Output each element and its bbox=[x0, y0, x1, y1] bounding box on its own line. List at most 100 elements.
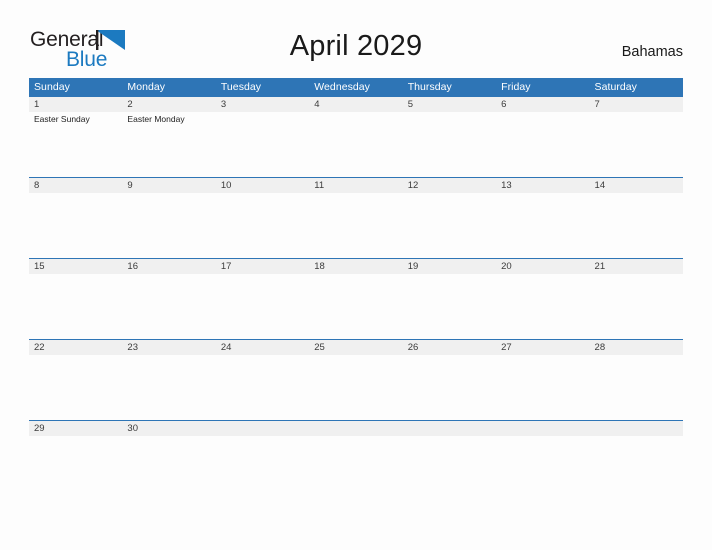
day-number[interactable]: 18 bbox=[309, 259, 402, 274]
day-number[interactable]: 17 bbox=[216, 259, 309, 274]
day-cell[interactable] bbox=[122, 274, 215, 339]
day-number[interactable]: 11 bbox=[309, 178, 402, 193]
day-number[interactable]: 10 bbox=[216, 178, 309, 193]
day-cell[interactable] bbox=[216, 436, 309, 474]
day-cell[interactable] bbox=[29, 355, 122, 420]
day-cell[interactable] bbox=[216, 112, 309, 177]
day-cell[interactable] bbox=[309, 355, 402, 420]
day-cell[interactable] bbox=[122, 355, 215, 420]
day-number[interactable]: 24 bbox=[216, 340, 309, 355]
day-number[interactable]: 4 bbox=[309, 97, 402, 112]
week-daynumber-band: 1234567 bbox=[29, 97, 683, 112]
day-number[interactable]: 27 bbox=[496, 340, 589, 355]
calendar-weeks: 1 2 3 4 5 6 7 Easter Sunday Easter Monday 8 9 10 11 1… bbox=[29, 97, 683, 474]
day-number[interactable]: 13 bbox=[496, 178, 589, 193]
day-cell[interactable] bbox=[309, 112, 402, 177]
day-number[interactable]: 22 bbox=[29, 340, 122, 355]
day-number[interactable]: 2 bbox=[122, 97, 215, 112]
day-cell[interactable] bbox=[496, 436, 589, 474]
day-cell[interactable] bbox=[590, 193, 683, 258]
page-title: April 2029 bbox=[289, 30, 423, 62]
day-cell[interactable] bbox=[122, 436, 215, 474]
week-daynumber-band: 15 16 17 18 19 20 21 bbox=[29, 259, 683, 274]
day-number[interactable]: 19 bbox=[403, 259, 496, 274]
weekday-header-friday: Friday bbox=[501, 81, 531, 93]
day-cell[interactable] bbox=[122, 193, 215, 258]
calendar-page: General Blue April 2029 Bahamas Sunday Mo… bbox=[0, 0, 712, 550]
day-cell[interactable] bbox=[309, 193, 402, 258]
day-number[interactable]: 3 bbox=[216, 97, 309, 112]
week-events-band bbox=[29, 436, 683, 474]
day-number[interactable]: 7 bbox=[590, 97, 683, 112]
calendar-week-row: 29 30 bbox=[29, 421, 683, 474]
day-cell[interactable] bbox=[590, 274, 683, 339]
weekday-header-sunday: Sunday bbox=[34, 81, 70, 93]
week-daynumber-band: 8 9 10 11 12 13 14 bbox=[29, 178, 683, 193]
day-cell[interactable] bbox=[590, 355, 683, 420]
weekday-header-row: Sunday Monday Tuesday Wednesday Thursday Frid… bbox=[29, 78, 683, 97]
day-number[interactable]: 8 bbox=[29, 178, 122, 193]
weekday-header-tuesday: Tuesday bbox=[220, 81, 262, 93]
calendar-week-row: 8 9 10 11 12 13 14 bbox=[29, 178, 683, 259]
day-cell[interactable] bbox=[403, 355, 496, 420]
day-number[interactable]: 25 bbox=[309, 340, 402, 355]
page-header: General Blue April 2029 Bahamas bbox=[0, 0, 712, 78]
day-cell[interactable] bbox=[496, 274, 589, 339]
holiday-event: Easter Monday bbox=[127, 114, 185, 124]
day-number[interactable]: 21 bbox=[590, 259, 683, 274]
day-number[interactable]: 29 bbox=[29, 421, 122, 436]
day-number[interactable]: 20 bbox=[496, 259, 589, 274]
day-number[interactable]: 6 bbox=[496, 97, 589, 112]
day-number[interactable]: 26 bbox=[403, 340, 496, 355]
day-number[interactable]: 9 bbox=[122, 178, 215, 193]
weekday-header-saturday: Saturday bbox=[594, 81, 637, 93]
weekday-header-thursday: Thursday bbox=[407, 81, 452, 93]
day-number[interactable] bbox=[590, 421, 683, 436]
calendar-week-row: 1 2 3 4 5 6 7 Easter Sunday Easter Monday bbox=[29, 97, 683, 178]
week-events-band bbox=[29, 274, 683, 339]
day-cell[interactable] bbox=[496, 193, 589, 258]
day-cell[interactable] bbox=[216, 355, 309, 420]
day-number[interactable]: 14 bbox=[590, 178, 683, 193]
day-cell[interactable] bbox=[590, 436, 683, 474]
day-cell[interactable] bbox=[403, 193, 496, 258]
day-number[interactable]: 1 bbox=[29, 97, 122, 112]
day-number[interactable]: 15 bbox=[29, 259, 122, 274]
day-number[interactable]: 5 bbox=[403, 97, 496, 112]
day-number[interactable] bbox=[403, 421, 496, 436]
day-cell[interactable] bbox=[496, 112, 589, 177]
day-number[interactable]: 23 bbox=[122, 340, 215, 355]
day-cell[interactable]: Easter Monday bbox=[122, 112, 215, 177]
day-cell[interactable] bbox=[29, 193, 122, 258]
day-cell[interactable] bbox=[309, 274, 402, 339]
week-events-band bbox=[29, 355, 683, 420]
day-cell[interactable] bbox=[403, 112, 496, 177]
day-number[interactable]: 12 bbox=[403, 178, 496, 193]
day-cell[interactable] bbox=[403, 436, 496, 474]
weekday-header-wednesday: Wednesday bbox=[314, 81, 370, 93]
holiday-event: Easter Sunday bbox=[34, 114, 90, 124]
day-number[interactable] bbox=[309, 421, 402, 436]
day-number[interactable]: 30 bbox=[122, 421, 215, 436]
day-cell[interactable] bbox=[216, 274, 309, 339]
day-number[interactable]: 16 bbox=[122, 259, 215, 274]
day-cell[interactable] bbox=[29, 274, 122, 339]
calendar-week-row: 22 23 24 25 26 27 28 bbox=[29, 340, 683, 421]
day-number[interactable] bbox=[216, 421, 309, 436]
calendar-grid: Sunday Monday Tuesday Wednesday Thursday Frid… bbox=[29, 78, 683, 474]
day-cell[interactable] bbox=[216, 193, 309, 258]
day-cell[interactable] bbox=[309, 436, 402, 474]
day-cell[interactable] bbox=[29, 436, 122, 474]
calendar-week-row: 15 16 17 18 19 20 21 bbox=[29, 259, 683, 340]
day-cell[interactable] bbox=[403, 274, 496, 339]
week-daynumber-band: 29 30 bbox=[29, 421, 683, 436]
day-number[interactable] bbox=[496, 421, 589, 436]
day-cell[interactable] bbox=[496, 355, 589, 420]
day-cell[interactable]: Easter Sunday bbox=[29, 112, 122, 177]
country-label: Bahamas bbox=[621, 44, 683, 60]
day-cell[interactable] bbox=[590, 112, 683, 177]
week-events-band bbox=[29, 193, 683, 258]
weekday-header-monday: Monday bbox=[127, 81, 166, 93]
day-number[interactable]: 28 bbox=[590, 340, 683, 355]
week-daynumber-band: 22 23 24 25 26 27 28 bbox=[29, 340, 683, 355]
